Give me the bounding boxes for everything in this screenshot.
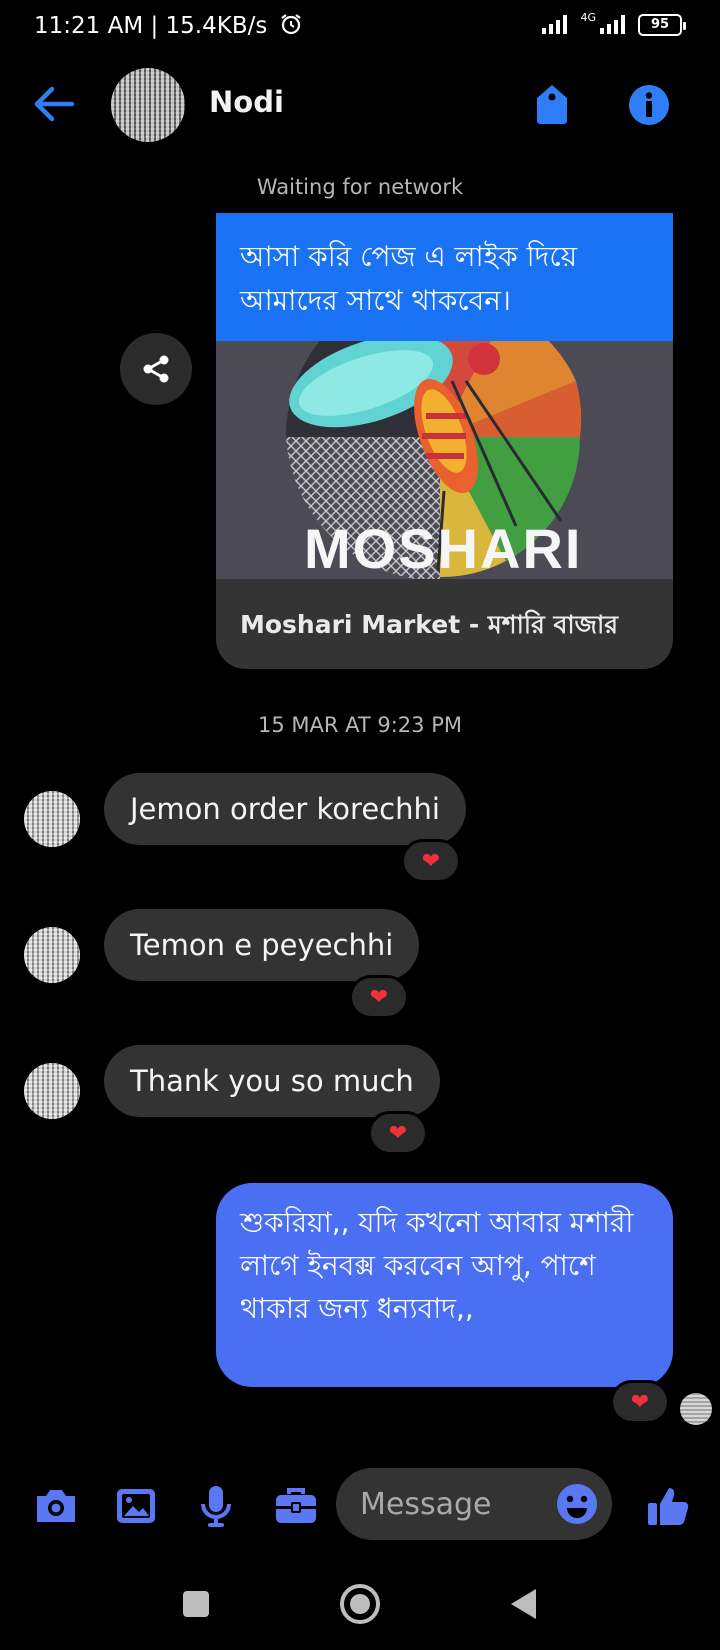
shared-post-link-title[interactable]: Moshari Market - মশারি বাজার xyxy=(216,579,673,669)
chat-header: Nodi xyxy=(0,62,720,148)
battery-icon: 95 xyxy=(638,14,686,36)
signal-icon xyxy=(542,12,572,38)
back-button[interactable] xyxy=(32,84,76,124)
outgoing-message-bubble[interactable]: শুকরিয়া,, যদি কখনো আবার মশারী লাগে ইনবক… xyxy=(216,1183,673,1387)
incoming-message-bubble[interactable]: Temon e peyechhi xyxy=(104,909,420,981)
recent-apps-button[interactable] xyxy=(172,1580,220,1628)
status-indicators: 4G 95 xyxy=(542,10,686,38)
contact-name[interactable]: Nodi xyxy=(209,85,284,119)
briefcase-icon xyxy=(276,1488,316,1523)
contact-avatar[interactable] xyxy=(111,68,185,142)
thumbs-up-icon xyxy=(648,1488,689,1525)
signal-icon-2 xyxy=(600,12,630,38)
heart-reaction-icon[interactable]: ❤ xyxy=(610,1380,670,1424)
home-button[interactable] xyxy=(336,1580,384,1628)
incoming-message-bubble[interactable]: Jemon order korechhi xyxy=(104,773,466,845)
message-composer xyxy=(0,1466,720,1544)
read-receipt-avatar xyxy=(680,1393,712,1425)
heart-reaction-icon[interactable]: ❤ xyxy=(401,839,461,883)
emoji-icon xyxy=(557,1484,597,1524)
incoming-message-row: Jemon order korechhi ❤ xyxy=(0,773,720,883)
square-icon xyxy=(183,1591,209,1617)
sender-avatar[interactable] xyxy=(24,1063,80,1119)
share-icon xyxy=(143,355,169,383)
message-timestamp: 15 MAR AT 9:23 PM xyxy=(257,713,462,737)
voice-button[interactable] xyxy=(192,1482,240,1530)
shared-post-image: MOSHARI xyxy=(216,341,673,579)
heart-reaction-icon[interactable]: ❤ xyxy=(349,975,409,1019)
alarm-icon xyxy=(279,12,303,42)
triangle-back-icon xyxy=(511,1589,536,1619)
status-time: 11:21 AM | 15.4KB/s xyxy=(34,12,303,42)
gallery-button[interactable] xyxy=(112,1482,160,1530)
business-tools-button[interactable] xyxy=(272,1482,320,1530)
home-circle-icon xyxy=(340,1584,380,1624)
heart-reaction-icon[interactable]: ❤ xyxy=(368,1111,428,1155)
message-field[interactable] xyxy=(336,1468,612,1540)
tag-button[interactable] xyxy=(533,82,571,126)
shared-post-card[interactable]: আসা করি পেজ এ লাইক দিয়ে আমাদের সাথে থাক… xyxy=(216,213,673,669)
status-bar: 11:21 AM | 15.4KB/s 4G 95 xyxy=(0,0,720,56)
shared-post-image-word: MOSHARI xyxy=(304,517,583,579)
emoji-button[interactable] xyxy=(556,1483,598,1525)
camera-icon xyxy=(37,1490,75,1522)
system-nav-bar xyxy=(0,1560,720,1650)
share-button[interactable] xyxy=(120,333,192,405)
info-button[interactable] xyxy=(628,84,670,126)
sender-avatar[interactable] xyxy=(24,927,80,983)
camera-button[interactable] xyxy=(32,1482,80,1530)
incoming-message-row: Thank you so much ❤ xyxy=(0,1045,720,1155)
image-icon xyxy=(117,1489,155,1523)
message-input[interactable] xyxy=(360,1482,540,1526)
back-nav-button[interactable] xyxy=(500,1580,548,1628)
sender-avatar[interactable] xyxy=(24,791,80,847)
incoming-message-bubble[interactable]: Thank you so much xyxy=(104,1045,440,1117)
network-type: 4G xyxy=(580,10,596,24)
like-button[interactable] xyxy=(644,1482,692,1530)
status-time-text: 11:21 AM | 15.4KB/s xyxy=(34,13,268,39)
microphone-icon xyxy=(201,1486,231,1527)
incoming-message-row: Temon e peyechhi ❤ xyxy=(0,909,720,1019)
network-status-notice: Waiting for network xyxy=(256,175,464,199)
shared-post-text: আসা করি পেজ এ লাইক দিয়ে আমাদের সাথে থাক… xyxy=(216,213,673,341)
